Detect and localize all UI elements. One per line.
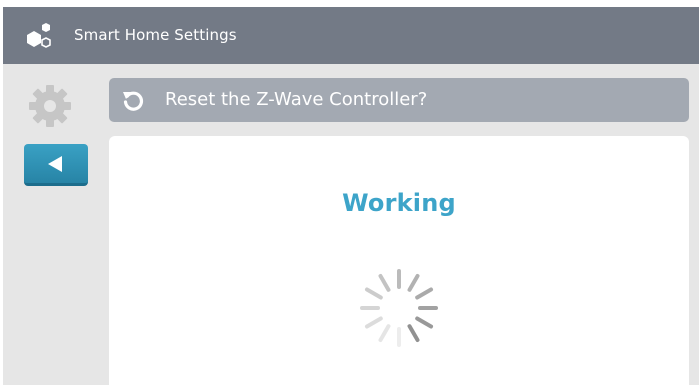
dialog-title: Reset the Z-Wave Controller?: [165, 89, 428, 110]
spinner-spoke: [364, 287, 383, 300]
spinner-spoke: [415, 287, 434, 300]
spinner-spoke: [378, 273, 391, 292]
main-area: Reset the Z-Wave Controller? Working: [3, 64, 699, 385]
smart-home-cubes-icon: [27, 23, 51, 48]
status-card: Working: [109, 136, 689, 385]
back-arrow-icon: [48, 156, 62, 172]
gear-icon[interactable]: [28, 84, 72, 128]
spinner-spoke: [407, 324, 420, 343]
spinner-spoke: [378, 324, 391, 343]
back-button[interactable]: [24, 144, 88, 186]
dialog-title-bar: Reset the Z-Wave Controller?: [109, 78, 689, 122]
status-text: Working: [342, 189, 456, 217]
spinner-spoke: [407, 273, 420, 292]
app-header: Smart Home Settings: [3, 7, 699, 64]
app-title: Smart Home Settings: [74, 26, 237, 44]
spinner-spoke: [364, 316, 383, 329]
reset-icon: [123, 91, 143, 111]
spinner-spoke: [415, 316, 434, 329]
loading-spinner-icon: [360, 269, 438, 347]
